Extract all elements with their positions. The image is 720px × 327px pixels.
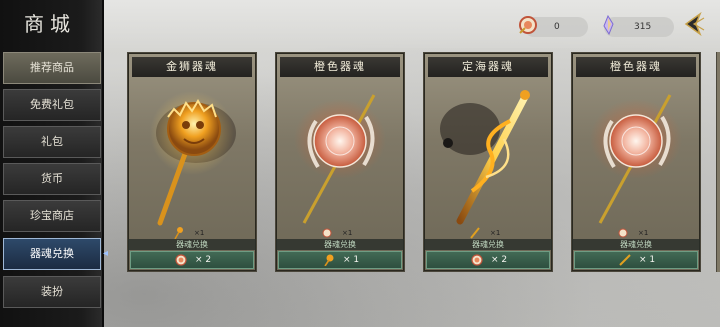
sidebar-item-packs[interactable]: 礼包 <box>3 126 101 158</box>
exchange-label: 器魂兑换 <box>128 239 256 250</box>
card-title: 定海器魂 <box>428 57 548 77</box>
crystal-feather-icon <box>603 15 614 35</box>
sidebar-item-currency[interactable]: 货币 <box>3 163 101 195</box>
exchange-label: 器魂兑换 <box>424 239 552 250</box>
golden-dragon-staff-art <box>440 90 530 225</box>
orb-token-icon <box>519 16 537 34</box>
orange-soul-orb-staff-art <box>294 94 386 224</box>
shop-card-orange-soul[interactable]: 橙色器魂 ×1 器魂兑换 × 1 <box>275 52 405 272</box>
currency-orb-value: 0 <box>554 22 560 32</box>
card-title: 橙色器魂 <box>576 57 696 77</box>
currency-crystal-value: 315 <box>634 22 652 32</box>
buy-button[interactable]: × 1 <box>574 251 698 269</box>
gold-staff-icon <box>470 227 480 239</box>
reward-quantity: ×1 <box>572 227 700 239</box>
orb-token-icon <box>322 228 332 238</box>
orb-token-icon <box>175 254 187 266</box>
card-title: 金狮器魂 <box>132 57 252 77</box>
golden-lion-scepter-art <box>150 91 236 226</box>
golden-scepter-icon <box>174 227 183 239</box>
next-card-edge <box>716 52 720 272</box>
cost-value: × 2 <box>491 255 508 265</box>
reward-quantity: ×1 <box>276 227 404 239</box>
reward-quantity: ×1 <box>128 227 256 239</box>
orb-token-icon <box>618 228 628 238</box>
reward-quantity: ×1 <box>424 227 552 239</box>
gold-staff-icon <box>619 254 631 266</box>
exchange-label: 器魂兑换 <box>276 239 404 250</box>
active-tab-arrow-icon: ◂ <box>103 248 109 259</box>
sidebar-item-soul-exchange[interactable]: 器魂兑换 <box>3 238 101 270</box>
buy-button[interactable]: × 2 <box>426 251 550 269</box>
orange-soul-orb-staff-art <box>590 94 682 224</box>
sidebar-item-free-packs[interactable]: 免费礼包 <box>3 89 101 121</box>
golden-scepter-icon <box>324 254 334 266</box>
buy-button[interactable]: × 2 <box>130 251 254 269</box>
shop-title: 商城 <box>24 12 76 36</box>
shop-card-orange-soul[interactable]: 橙色器魂 ×1 器魂兑换 × 1 <box>571 52 701 272</box>
cost-value: × 2 <box>195 255 212 265</box>
exchange-label: 器魂兑换 <box>572 239 700 250</box>
sidebar: 商城 推荐商品 免费礼包 礼包 货币 珍宝商店 器魂兑换 装扮 <box>0 0 104 327</box>
orb-token-icon <box>471 254 483 266</box>
sidebar-item-recommended[interactable]: 推荐商品 <box>3 52 101 84</box>
currency-orb-token: 0 <box>519 16 588 37</box>
shop-card-golden-lion[interactable]: 金狮器魂 ×1 器魂兑换 × 2 <box>127 52 257 272</box>
card-title: 橙色器魂 <box>280 57 400 77</box>
buy-button[interactable]: × 1 <box>278 251 402 269</box>
cost-value: × 1 <box>343 255 360 265</box>
sidebar-item-treasure-shop[interactable]: 珍宝商店 <box>3 200 101 232</box>
currency-crystal: 315 <box>603 15 674 37</box>
sidebar-item-outfits[interactable]: 装扮 <box>3 276 101 308</box>
cost-value: × 1 <box>639 255 656 265</box>
back-button-icon[interactable] <box>680 10 708 38</box>
shop-card-dinghai[interactable]: 定海器魂 ×1 器魂兑换 × 2 <box>423 52 553 272</box>
